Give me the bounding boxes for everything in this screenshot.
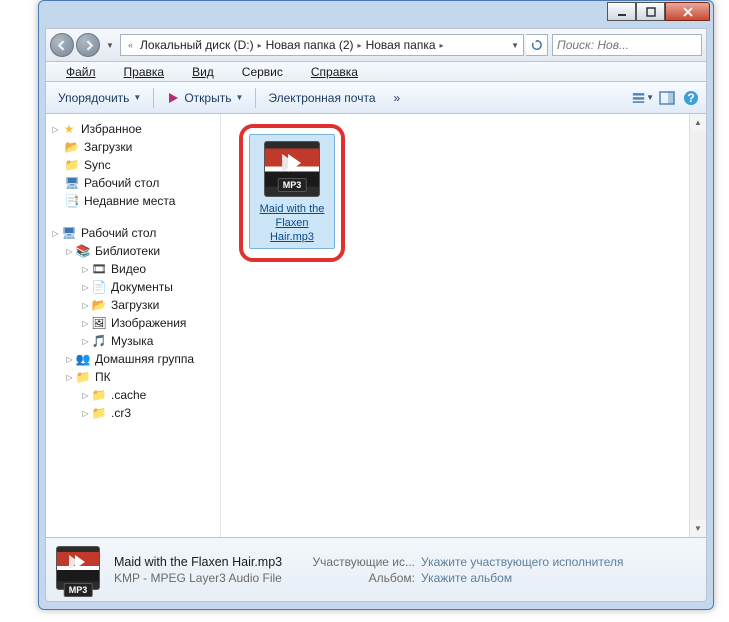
- tree-videos[interactable]: ▷🎞Видео: [46, 260, 220, 278]
- folder-icon: 📁: [64, 157, 80, 173]
- menu-edit[interactable]: Правка: [110, 63, 179, 81]
- breadcrumb-folder2[interactable]: Новая папка: [364, 38, 438, 52]
- svg-text:?: ?: [687, 91, 694, 105]
- desktop-icon: 🖥: [64, 175, 80, 191]
- file-list-pane[interactable]: Maid with the Flaxen Hair.mp3: [221, 114, 706, 537]
- preview-pane-button[interactable]: [656, 87, 678, 109]
- breadcrumb-drive[interactable]: Локальный диск (D:): [138, 38, 256, 52]
- titlebar: [38, 0, 714, 28]
- desktop-icon: 🖥: [61, 225, 77, 241]
- menu-help[interactable]: Справка: [297, 63, 372, 81]
- details-thumbnail: [56, 546, 104, 594]
- breadcrumb-folder1[interactable]: Новая папка (2): [264, 38, 356, 52]
- tree-documents[interactable]: ▷📄Документы: [46, 278, 220, 296]
- breadcrumb-drop-icon[interactable]: ▸: [438, 41, 446, 50]
- address-bar: ▼ « Локальный диск (D:) ▸ Новая папка (2…: [45, 28, 707, 62]
- toolbar-separator: [153, 88, 154, 108]
- breadcrumb-drop-icon[interactable]: ▸: [356, 41, 364, 50]
- tree-libraries[interactable]: ▷📚Библиотеки: [46, 242, 220, 260]
- star-icon: ★: [61, 121, 77, 137]
- tree-downloads[interactable]: 📂Загрузки: [46, 138, 220, 156]
- details-filename: Maid with the Flaxen Hair.mp3: [114, 555, 299, 569]
- video-icon: 🎞: [91, 261, 107, 277]
- organize-button[interactable]: Упорядочить▼: [50, 89, 149, 107]
- toolbar-separator: [255, 88, 256, 108]
- views-button[interactable]: ▼: [632, 87, 654, 109]
- close-button[interactable]: [665, 2, 710, 21]
- tree-desktop[interactable]: 🖥Рабочий стол: [46, 174, 220, 192]
- address-dropdown-icon[interactable]: ▼: [509, 41, 521, 50]
- details-album-value[interactable]: Укажите альбом: [421, 571, 696, 585]
- file-item-selected[interactable]: Maid with the Flaxen Hair.mp3: [249, 134, 335, 249]
- pc-icon: 📁: [75, 369, 91, 385]
- tree-favorites[interactable]: ▷★Избранное: [46, 120, 220, 138]
- refresh-button[interactable]: [526, 34, 548, 56]
- nav-forward-button[interactable]: [76, 33, 100, 57]
- homegroup-icon: 👥: [75, 351, 91, 367]
- help-button[interactable]: ?: [680, 87, 702, 109]
- toolbar-overflow[interactable]: »: [386, 89, 409, 107]
- maximize-button[interactable]: [636, 2, 665, 21]
- minimize-button[interactable]: [607, 2, 636, 21]
- tree-desktop-root[interactable]: ▷🖥Рабочий стол: [46, 224, 220, 242]
- tree-recent[interactable]: 📑Недавние места: [46, 192, 220, 210]
- folder-icon: 📂: [64, 139, 80, 155]
- file-name-label: Maid with the Flaxen Hair.mp3: [250, 201, 334, 248]
- folder-icon: 📁: [91, 387, 107, 403]
- folder-icon: 📂: [91, 297, 107, 313]
- document-icon: 📄: [91, 279, 107, 295]
- recent-icon: 📑: [64, 193, 80, 209]
- command-bar: Упорядочить▼ Открыть▼ Электронная почта …: [45, 82, 707, 114]
- tree-pc[interactable]: ▷📁ПК: [46, 368, 220, 386]
- details-filetype: KMP - MPEG Layer3 Audio File: [114, 571, 299, 585]
- tree-downloads2[interactable]: ▷📂Загрузки: [46, 296, 220, 314]
- email-button[interactable]: Электронная почта: [260, 89, 383, 107]
- menu-file[interactable]: Файл: [52, 63, 110, 81]
- menu-view[interactable]: Вид: [178, 63, 228, 81]
- tree-homegroup[interactable]: ▷👥Домашняя группа: [46, 350, 220, 368]
- search-box[interactable]: [552, 34, 702, 56]
- breadcrumb-overflow[interactable]: «: [123, 40, 138, 50]
- search-input[interactable]: [557, 38, 714, 52]
- menu-tools[interactable]: Сервис: [228, 63, 297, 81]
- tree-pictures[interactable]: ▷🖼Изображения: [46, 314, 220, 332]
- folder-icon: 📁: [91, 405, 107, 421]
- navigation-pane: ▷★Избранное 📂Загрузки 📁Sync 🖥Рабочий сто…: [46, 114, 221, 537]
- music-icon: 🎵: [91, 333, 107, 349]
- tree-cache[interactable]: ▷📁.cache: [46, 386, 220, 404]
- menu-bar: Файл Правка Вид Сервис Справка: [45, 62, 707, 82]
- breadcrumb-drop-icon[interactable]: ▸: [256, 41, 264, 50]
- tree-cr3[interactable]: ▷📁.cr3: [46, 404, 220, 422]
- libraries-icon: 📚: [75, 243, 91, 259]
- details-album-label: Альбом:: [305, 571, 415, 585]
- nav-back-button[interactable]: [50, 33, 74, 57]
- pictures-icon: 🖼: [91, 315, 107, 331]
- play-icon: [166, 91, 180, 105]
- open-button[interactable]: Открыть▼: [158, 89, 251, 107]
- details-artists-value[interactable]: Укажите участвующего исполнителя: [421, 555, 696, 569]
- mp3-icon: [264, 141, 320, 197]
- tree-sync[interactable]: 📁Sync: [46, 156, 220, 174]
- address-field[interactable]: « Локальный диск (D:) ▸ Новая папка (2) …: [120, 34, 524, 56]
- details-artists-label: Участвующие ис...: [305, 555, 415, 569]
- content-area: ▷★Избранное 📂Загрузки 📁Sync 🖥Рабочий сто…: [45, 114, 707, 538]
- details-pane: Maid with the Flaxen Hair.mp3 Участвующи…: [45, 538, 707, 602]
- nav-history-drop[interactable]: ▼: [102, 41, 118, 50]
- tree-music[interactable]: ▷🎵Музыка: [46, 332, 220, 350]
